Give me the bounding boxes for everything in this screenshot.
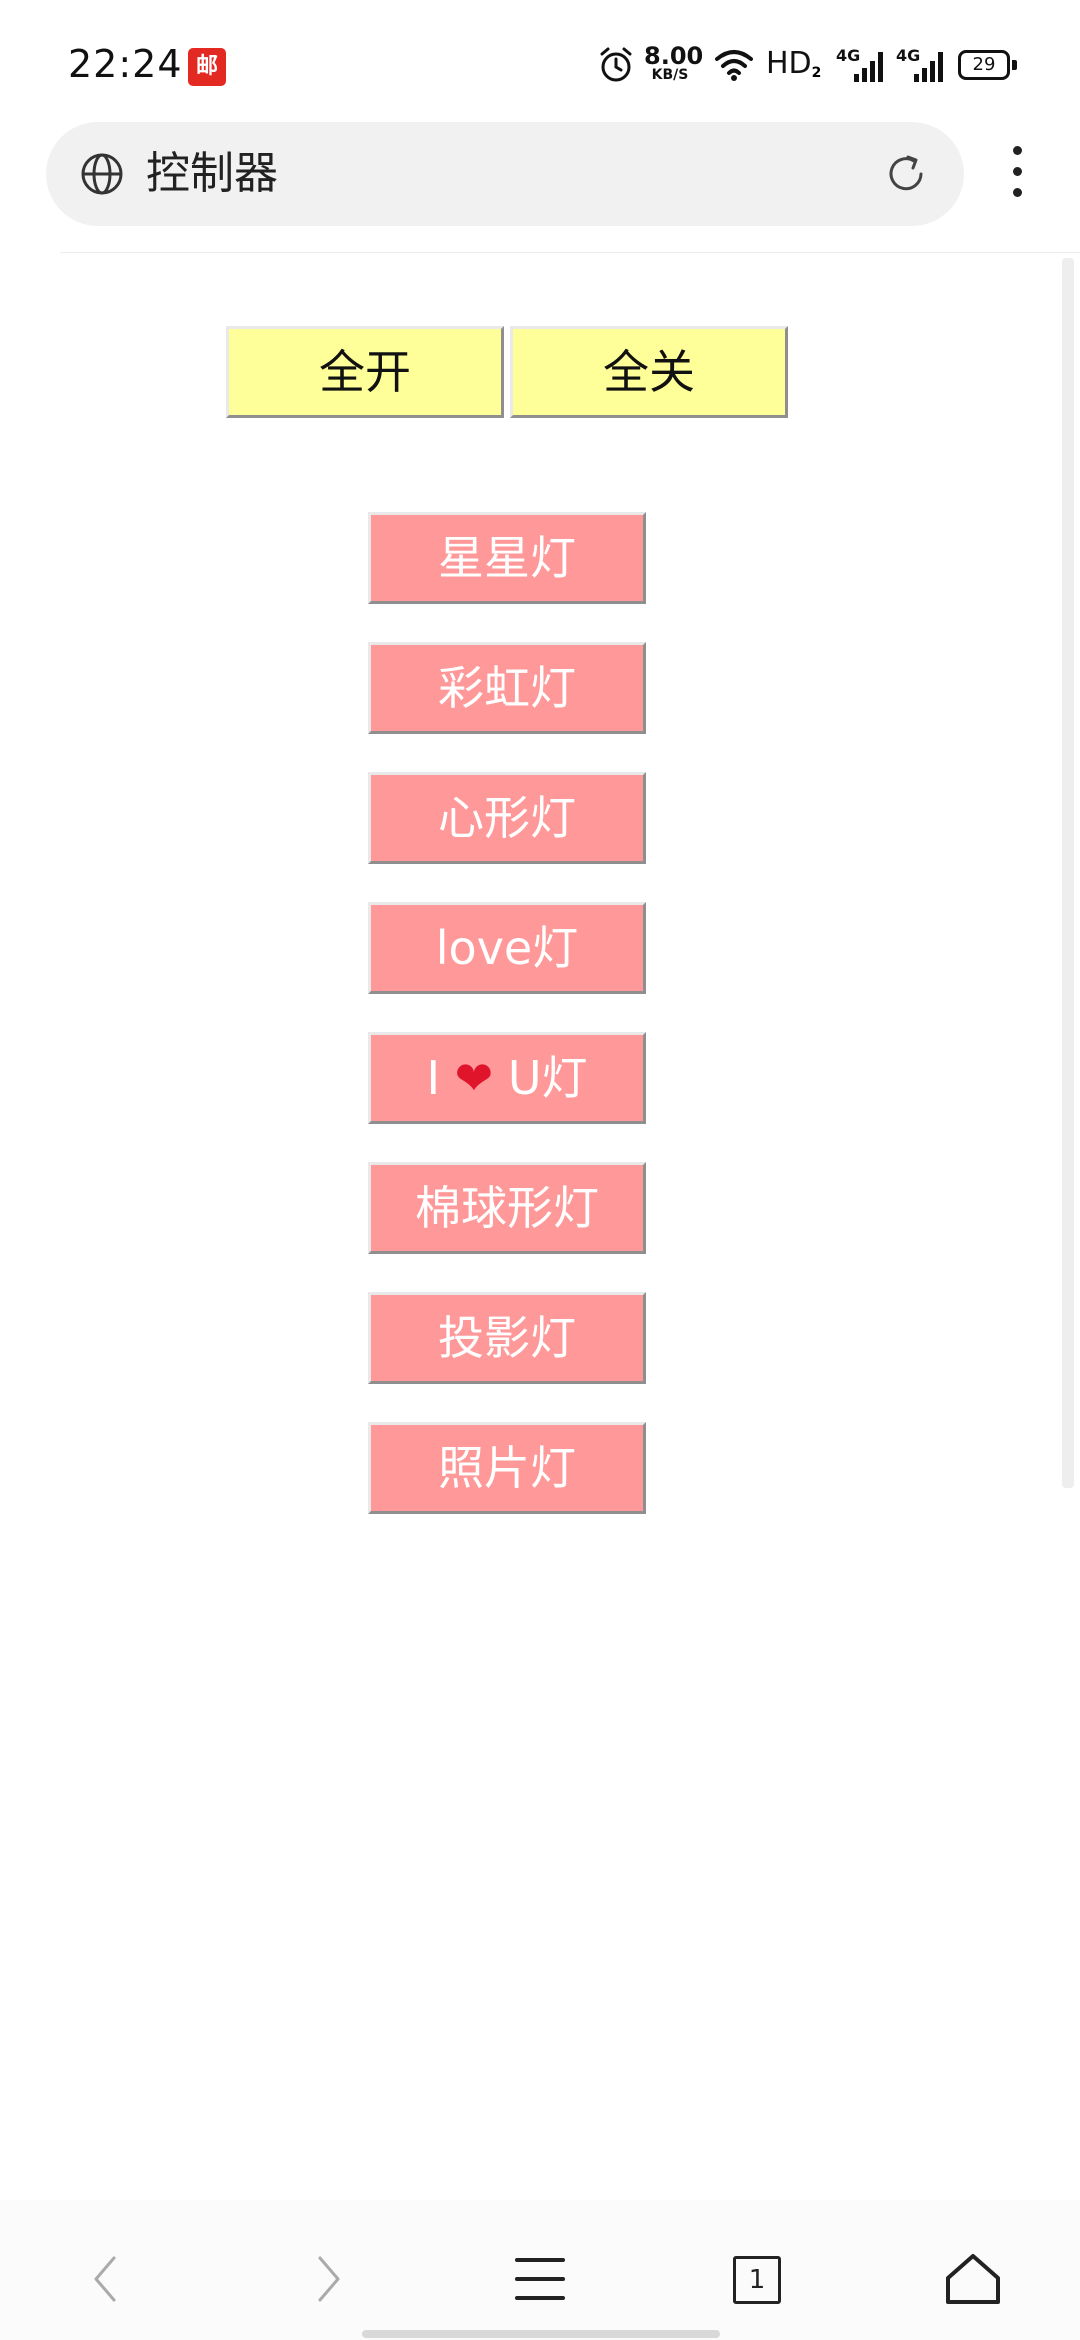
reload-icon[interactable] (884, 152, 928, 196)
status-time: 22:24 (68, 42, 183, 86)
address-bar[interactable]: 控制器 (46, 122, 964, 226)
globe-icon (80, 152, 124, 196)
i-love-u-left: I (426, 1051, 441, 1105)
hd-label: HD (766, 46, 812, 81)
page-scrollbar[interactable] (1062, 258, 1074, 1488)
hamburger-icon (515, 2258, 565, 2300)
sim2-signal: 4G (896, 46, 944, 86)
alarm-icon (598, 46, 634, 84)
more-dot (1012, 146, 1022, 155)
screen: 22:24 邮 8.00 KB/S HD2 4G 4G 29 控制器 全开 全关… (0, 0, 1080, 2340)
projection-light-button[interactable]: 投影灯 (368, 1292, 646, 1384)
divider (60, 252, 1080, 253)
star-light-button[interactable]: 星星灯 (368, 512, 646, 604)
mail-app-badge: 邮 (188, 48, 226, 86)
network-speed-unit: KB/S (651, 67, 689, 83)
hd-sub: 2 (811, 65, 822, 81)
page-title: 控制器 (146, 148, 278, 199)
network-speed: 8.00 KB/S (644, 42, 704, 83)
tab-count-box: 1 (733, 2256, 781, 2304)
back-button[interactable] (72, 2244, 142, 2314)
sim1-signal: 4G (836, 46, 884, 86)
love-light-button[interactable]: love灯 (368, 902, 646, 994)
photo-light-button[interactable]: 照片灯 (368, 1422, 646, 1514)
home-indicator[interactable] (362, 2330, 720, 2338)
wifi-icon (714, 46, 754, 82)
all-off-button[interactable]: 全关 (510, 326, 788, 418)
tabs-button[interactable]: 1 (720, 2244, 790, 2314)
battery-icon: 29 (958, 50, 1018, 82)
i-love-u-right: U灯 (507, 1051, 588, 1105)
home-icon (946, 2254, 1000, 2304)
hd-indicator: HD2 (766, 46, 821, 86)
heart-light-button[interactable]: 心形灯 (368, 772, 646, 864)
status-bar: 22:24 邮 8.00 KB/S HD2 4G 4G 29 (0, 0, 1080, 120)
more-dot (1012, 188, 1022, 197)
rainbow-light-button[interactable]: 彩虹灯 (368, 642, 646, 734)
tab-count: 1 (748, 2265, 766, 2295)
heart-icon: ❤ (454, 1051, 494, 1105)
forward-button[interactable] (292, 2244, 362, 2314)
more-dot (1012, 167, 1022, 176)
more-menu-icon[interactable] (1002, 146, 1032, 202)
battery-tip (1012, 60, 1017, 70)
home-button[interactable] (938, 2244, 1008, 2314)
browser-bottom-nav: 1 (0, 2200, 1080, 2340)
all-on-button[interactable]: 全开 (226, 326, 504, 418)
menu-button[interactable] (505, 2244, 575, 2314)
i-love-u-light-button[interactable]: I ❤ U灯 (368, 1032, 646, 1124)
chevron-left-icon (94, 2256, 116, 2302)
network-speed-value: 8.00 (644, 42, 704, 70)
battery-level: 29 (958, 50, 1010, 80)
cotton-ball-light-button[interactable]: 棉球形灯 (368, 1162, 646, 1254)
chevron-right-icon (318, 2256, 340, 2302)
